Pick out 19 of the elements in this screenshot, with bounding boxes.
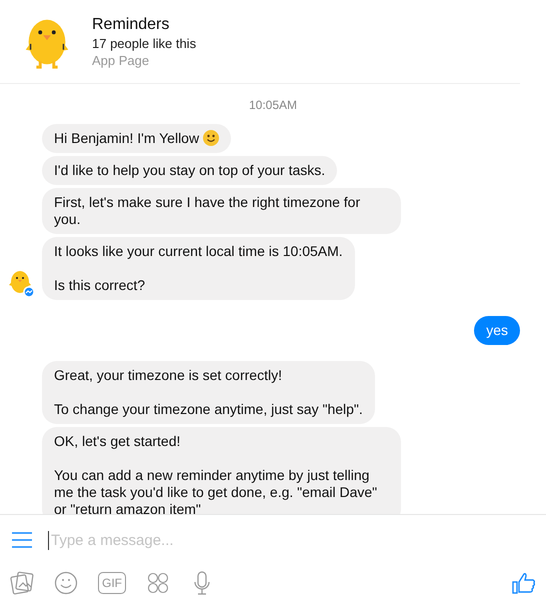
thumbs-up-icon[interactable] bbox=[512, 571, 536, 595]
message-bubble: Hi Benjamin! I'm Yellow bbox=[42, 124, 232, 153]
smiley-icon bbox=[203, 130, 220, 146]
message-bubble: It looks like your current local time is 10:05AM. Is this correct? bbox=[42, 237, 355, 300]
gif-button[interactable]: GIF bbox=[98, 572, 126, 594]
message-bubble: OK, let's get started! You can add a new reminder anytime by just telling me the task you'd like to get done, e.g. "email Dave" or "return amazon item" bbox=[42, 427, 401, 514]
page-category: App Page bbox=[92, 52, 150, 68]
message-bubble: Great, your timezone is set correctly! To change your timezone anytime, just say "help". bbox=[42, 361, 375, 424]
likes-count: 17 people like this bbox=[92, 36, 196, 50]
message-bubble: I'd like to help you stay on top of your tasks. bbox=[42, 156, 338, 185]
smiley-icon[interactable] bbox=[54, 571, 78, 595]
stickers-icon[interactable] bbox=[146, 571, 170, 595]
message-bubble: yes bbox=[474, 316, 520, 345]
page-title: Reminders bbox=[92, 16, 170, 34]
message-bubble: First, let's make sure I have the right timezone for you. bbox=[42, 188, 401, 234]
timestamp: 10:05AM bbox=[248, 98, 298, 112]
menu-icon[interactable] bbox=[12, 532, 32, 548]
chick-avatar-icon bbox=[6, 268, 36, 298]
photos-icon[interactable] bbox=[10, 571, 34, 595]
